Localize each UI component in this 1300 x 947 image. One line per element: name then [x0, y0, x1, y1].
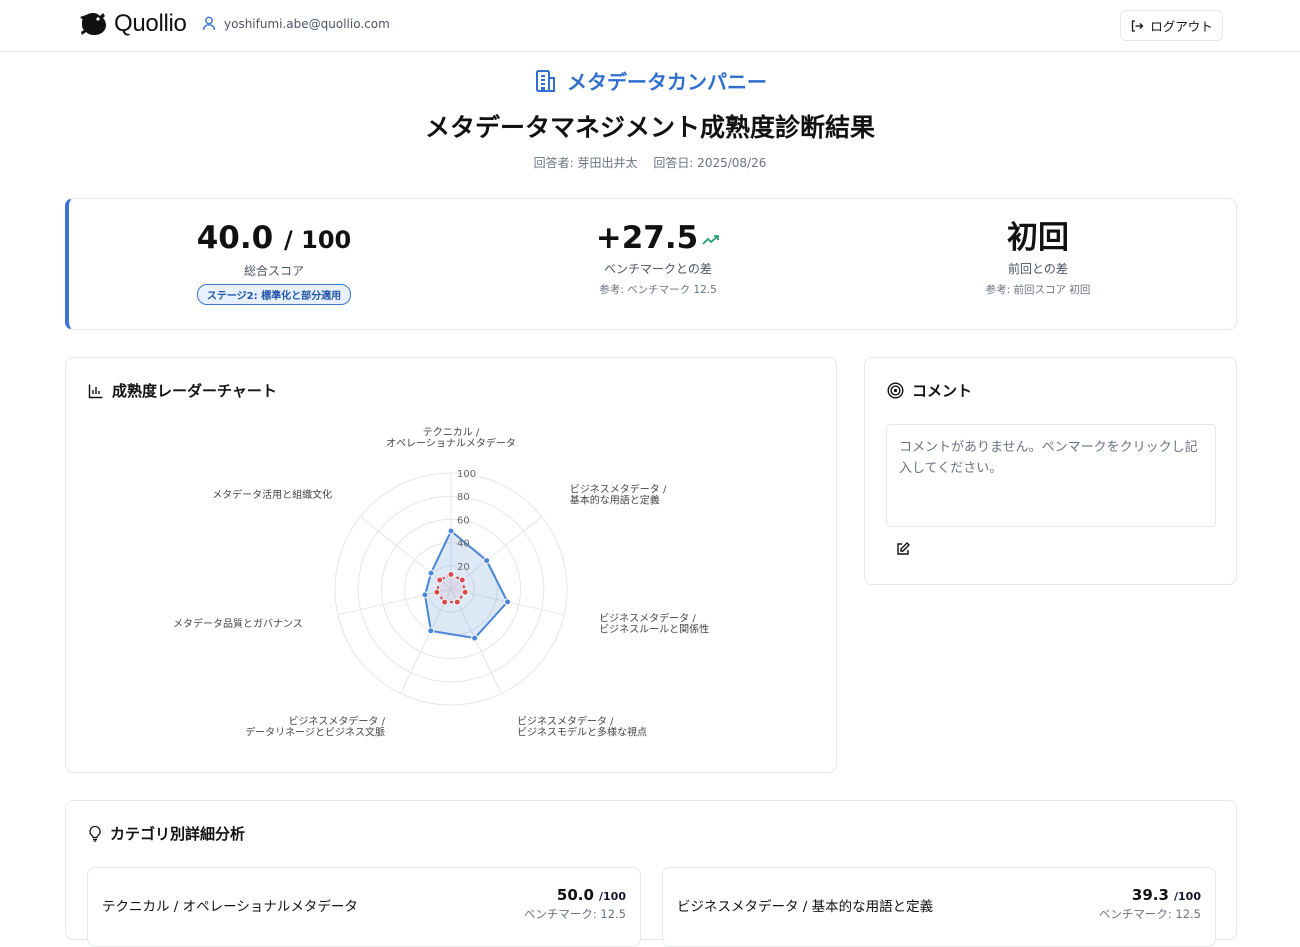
answer-date: 回答日: 2025/08/26 — [653, 156, 767, 170]
radar-benchmark-point — [453, 598, 461, 606]
user-info: yoshifumi.abe@quollio.com — [202, 16, 390, 31]
radar-axis-label: ビジネスルールと関係性 — [599, 622, 709, 635]
category-benchmark: ベンチマーク: 12.5 — [1098, 907, 1201, 921]
radar-score-point — [471, 634, 479, 642]
category-card-title: カテゴリ別詳細分析 — [88, 823, 245, 844]
target-icon — [887, 382, 904, 399]
previous-diff-label: 前回との差 — [1008, 262, 1068, 276]
respondent-meta: 回答者: 芽田出井太 回答日: 2025/08/26 — [0, 154, 1300, 171]
category-analysis-card: カテゴリ別詳細分析 テクニカル / オペレーショナルメタデータ 50.0 /10… — [65, 800, 1237, 947]
category-name: ビジネスメタデータ / 基本的な用語と定義 — [677, 899, 934, 915]
top-bar: Quollio yoshifumi.abe@quollio.com ログアウト — [0, 0, 1300, 52]
radar-axis-label: オペレーショナルメタデータ — [386, 437, 516, 450]
total-score-section: 40.0 / 100 総合スコア ステージ2: 標準化と部分適用 — [79, 199, 469, 305]
radar-axis-label: テクニカル / — [423, 427, 480, 439]
category-item[interactable]: テクニカル / オペレーショナルメタデータ 50.0 /100 ベンチマーク: … — [87, 867, 641, 947]
radar-benchmark-point — [441, 598, 449, 606]
user-icon — [202, 16, 216, 31]
user-email: yoshifumi.abe@quollio.com — [224, 16, 390, 31]
radar-benchmark-point — [458, 576, 466, 584]
radar-tick-label: 80 — [457, 492, 470, 503]
radar-score-point — [427, 569, 435, 577]
benchmark-diff-label: ベンチマークとの差 — [604, 262, 712, 276]
radar-chart: 20 40 60 80 100 テクニカル /オペレーショナルメタデータビジネスメタデータ… — [173, 427, 709, 739]
comment-title: コメント — [912, 382, 973, 400]
total-score-value: 40.0 — [196, 220, 274, 256]
category-score: 39.3 /100 ベンチマーク: 12.5 — [1099, 885, 1201, 922]
radar-tick-label: 60 — [457, 515, 470, 526]
brand-name: Quollio — [114, 10, 187, 37]
benchmark-diff: +27.5 — [463, 219, 853, 257]
radar-score-point — [447, 527, 455, 535]
radar-tick-label: 40 — [457, 539, 470, 550]
radar-benchmark-point — [433, 588, 441, 596]
category-name: テクニカル / オペレーショナルメタデータ — [102, 899, 358, 915]
score-summary-card: 40.0 / 100 総合スコア ステージ2: 標準化と部分適用 +27.5 ベ… — [65, 198, 1237, 330]
logout-button[interactable]: ログアウト — [1120, 10, 1223, 41]
radar-score-point — [421, 591, 429, 599]
benchmark-diff-section: +27.5 ベンチマークとの差 参考: ベンチマーク 12.5 — [463, 199, 853, 297]
radar-score-point — [483, 557, 491, 565]
category-score: 50.0 /100 ベンチマーク: 12.5 — [524, 885, 626, 922]
radar-axis-label: データリネージとビジネス文脈 — [245, 725, 385, 738]
category-title: カテゴリ別詳細分析 — [110, 825, 246, 843]
radar-score-point — [427, 627, 435, 635]
category-score-max: /100 — [1174, 890, 1201, 903]
benchmark-diff-value: +27.5 — [595, 220, 699, 256]
respondent: 回答者: 芽田出井太 — [533, 156, 638, 170]
comment-text-area[interactable]: コメントがありません。ペンマークをクリックし記入してください。 — [886, 424, 1216, 527]
comment-card: コメント コメントがありません。ペンマークをクリックし記入してください。 — [864, 357, 1237, 585]
radar-axis-label: 基本的な用語と定義 — [570, 494, 660, 507]
page-title: メタデータマネジメント成熟度診断結果 — [424, 113, 875, 142]
radar-benchmark-point — [436, 576, 444, 584]
radar-tick-label: 100 — [457, 469, 476, 480]
category-item[interactable]: ビジネスメタデータ / 基本的な用語と定義 39.3 /100 ベンチマーク: … — [662, 867, 1216, 947]
trending-up-icon — [702, 234, 720, 245]
radar-axis-label: メタデータ品質とガバナンス — [173, 617, 303, 630]
radar-axis-label: ビジネスメタデータ / — [288, 714, 385, 727]
radar-score-point — [504, 598, 512, 606]
comment-card-title: コメント — [887, 380, 972, 401]
previous-diff-section: 初回 前回との差 参考: 前回スコア 初回 — [843, 199, 1233, 297]
category-benchmark: ベンチマーク: 12.5 — [523, 907, 626, 921]
radar-axis-label: ビジネスメタデータ / — [599, 611, 696, 624]
category-score-max: /100 — [599, 890, 626, 903]
total-score-label: 総合スコア — [243, 264, 304, 278]
edit-pencil-icon[interactable] — [895, 541, 911, 557]
category-score-value: 50.0 — [556, 886, 594, 904]
radar-tick-label: 20 — [457, 562, 470, 573]
company-name: メタデータカンパニー — [567, 70, 767, 94]
radar-axis-label: ビジネスメタデータ / — [517, 714, 614, 727]
previous-reference: 参考: 前回スコア 初回 — [985, 284, 1091, 296]
radar-chart-card: 成熟度レーダーチャート 20 40 60 80 100 テクニカル / オペレーショナルメタ… — [65, 357, 837, 773]
quollio-logo-icon — [80, 13, 106, 35]
lightbulb-icon — [89, 825, 101, 842]
total-score: 40.0 / 100 — [79, 219, 469, 259]
company-heading: メタデータカンパニー — [0, 66, 1300, 95]
radar-axis-label: ビジネスメタデータ / — [570, 483, 667, 496]
category-score-value: 39.3 — [1131, 886, 1169, 904]
logout-label: ログアウト — [1150, 19, 1213, 34]
radar-benchmark-point — [447, 571, 455, 578]
previous-diff-value: 初回 — [1007, 220, 1069, 256]
brand-logo[interactable]: Quollio — [78, 9, 187, 39]
radar-axis-label: ビジネスモデルと多様な視点 — [517, 725, 647, 738]
building-icon — [536, 69, 555, 92]
benchmark-reference: 参考: ベンチマーク 12.5 — [599, 284, 717, 296]
total-score-max: / 100 — [284, 226, 352, 254]
radar-benchmark-point — [461, 588, 469, 596]
stage-badge: ステージ2: 標準化と部分適用 — [196, 284, 352, 305]
radar-axis-label: メタデータ活用と組織文化 — [212, 488, 332, 501]
logout-icon — [1132, 19, 1144, 32]
